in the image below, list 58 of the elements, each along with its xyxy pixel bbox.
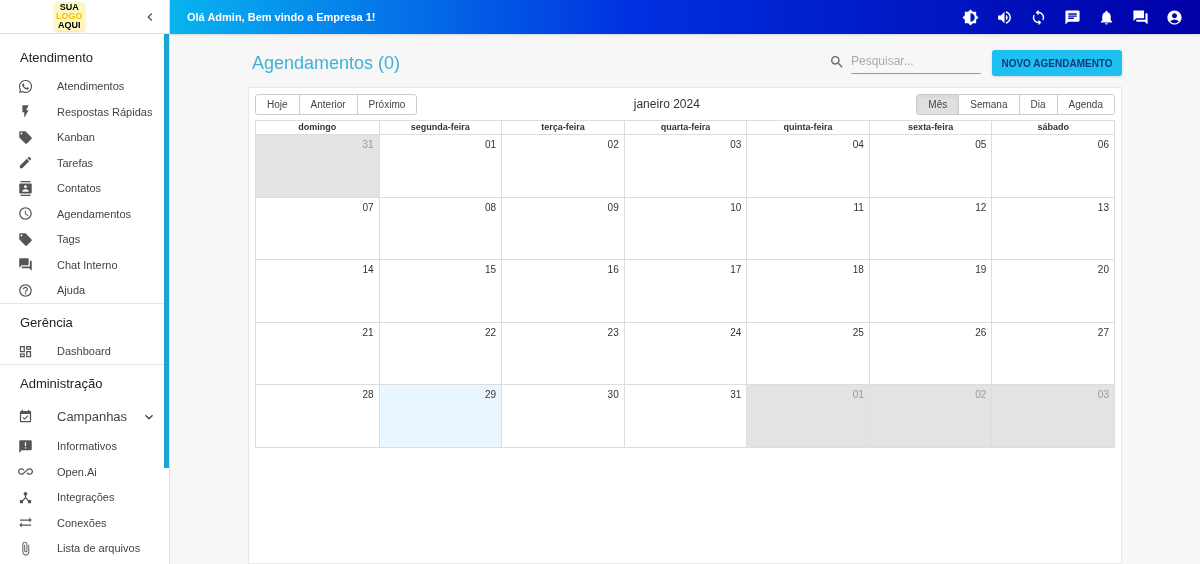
search-field[interactable]: Pesquisar...	[851, 52, 981, 74]
sidebar-item[interactable]: Informativos	[0, 433, 164, 459]
section-title: Gerência	[19, 314, 74, 332]
sidebar-item[interactable]: Tags	[0, 226, 164, 252]
page-title: Agendamentos (0)	[252, 51, 401, 75]
view-tab[interactable]: Mês	[917, 94, 959, 114]
hub-icon	[18, 489, 33, 505]
account-icon[interactable]	[1166, 8, 1183, 26]
new-schedule-button[interactable]: NOVO AGENDAMENTO	[992, 50, 1122, 76]
day-cell[interactable]: 29	[378, 385, 502, 447]
view-tab[interactable]: Agenda	[1056, 94, 1114, 114]
sidebar-item[interactable]: Ajuda	[0, 277, 164, 303]
weekday-header: sábado	[991, 121, 1114, 134]
sidebar-item[interactable]: Chat Interno	[0, 252, 164, 278]
month-label: janeiro 2024	[632, 96, 701, 113]
sidebar-item[interactable]: Integrações	[0, 484, 164, 510]
pencil-icon	[18, 155, 33, 171]
scrollbar[interactable]	[164, 34, 169, 468]
weekday-header: quarta-feira	[623, 121, 747, 134]
sidebar-item[interactable]: Respostas Rápidas	[0, 99, 164, 125]
weekday-header: quinta-feira	[746, 121, 869, 134]
weekday-header: terça-feira	[501, 121, 624, 134]
logo: SUA LOGO AQUI	[54, 2, 85, 31]
nav-button[interactable]: Próximo	[356, 94, 417, 114]
nav-button[interactable]: Anterior	[298, 94, 357, 114]
sidebar-item[interactable]: Tarefas	[0, 150, 164, 176]
brightness-icon[interactable]	[962, 8, 979, 26]
section-title: Atendimento	[19, 49, 94, 67]
clock-icon	[18, 206, 33, 222]
sync-icon[interactable]	[1030, 8, 1047, 26]
weekday-header: segunda-feira	[378, 121, 502, 134]
sidebar-item[interactable]: Kanban	[0, 124, 164, 150]
bell-icon[interactable]	[1098, 8, 1115, 26]
sidebar-item[interactable]: Open.Ai	[0, 459, 164, 485]
sidebar-item[interactable]: Atendimentos	[0, 73, 164, 99]
alert-message-icon	[18, 438, 33, 454]
search-icon	[829, 53, 845, 70]
weekday-header: sexta-feira	[868, 121, 992, 134]
tag-icon	[18, 231, 33, 247]
chat-bubbles-icon[interactable]	[1132, 8, 1149, 26]
tag-icon	[18, 129, 33, 145]
help-icon	[18, 282, 33, 298]
phone-chat-icon	[18, 78, 33, 94]
chat-bubbles-icon	[18, 257, 33, 273]
sidebar-item[interactable]: Campanhas	[0, 399, 164, 434]
weekday-header: domingo	[297, 121, 338, 134]
dashboard-icon	[18, 343, 33, 359]
sidebar-item[interactable]: Agendamentos	[0, 201, 164, 227]
section-title: Administração	[19, 375, 104, 393]
greeting: Olá Admin, Bem vindo a Empresa 1!	[187, 9, 376, 25]
calendar-check-icon	[18, 409, 33, 424]
contact-card-icon	[18, 180, 33, 196]
chat-icon[interactable]	[1064, 8, 1081, 26]
nav-button[interactable]: Hoje	[256, 94, 299, 114]
sidebar-item[interactable]: Lista de arquivos	[0, 535, 164, 561]
sidebar-item[interactable]: Contatos	[0, 175, 164, 201]
sidebar-item[interactable]: Dashboard	[0, 338, 164, 364]
sidebar-item[interactable]: Conexões	[0, 510, 164, 536]
